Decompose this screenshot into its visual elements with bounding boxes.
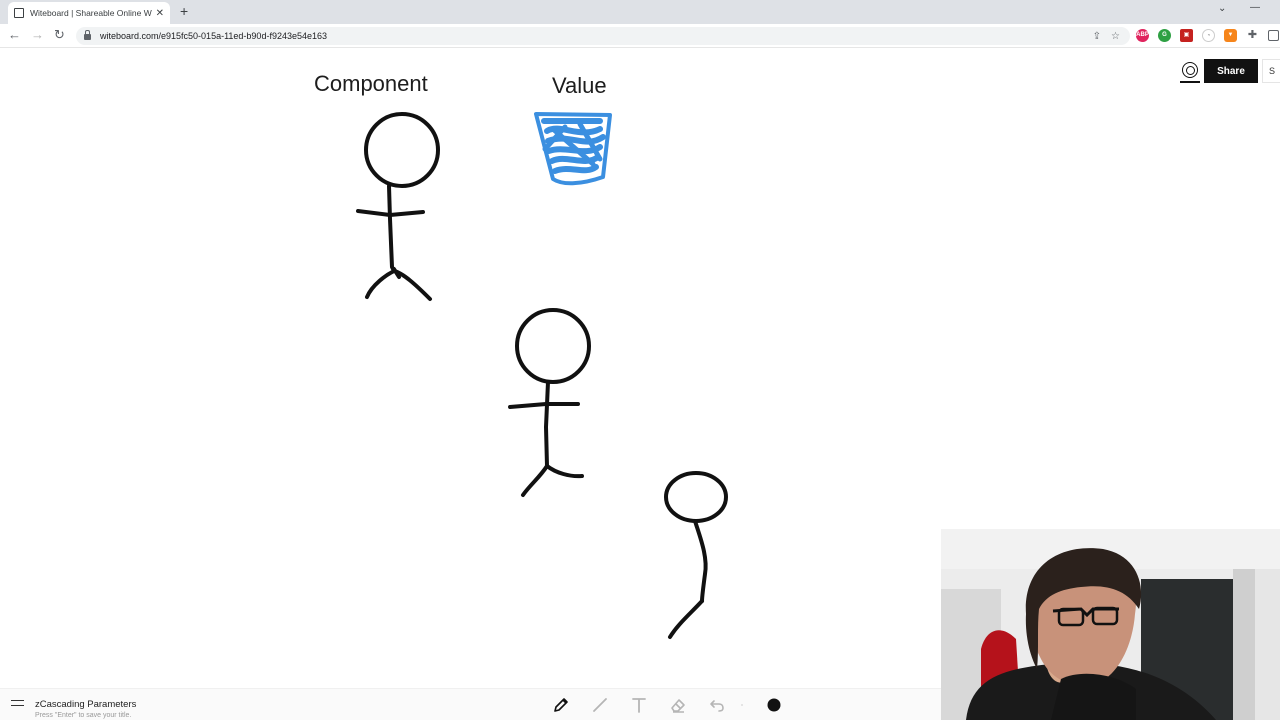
- new-tab-plus-icon[interactable]: +: [180, 4, 188, 18]
- stick-figure-3: [664, 471, 728, 639]
- stick-figure-2: [508, 308, 591, 497]
- extension-white-icon[interactable]: ◔: [1202, 29, 1215, 42]
- tab-close-icon[interactable]: ✕: [156, 8, 164, 19]
- partial-button[interactable]: S: [1262, 59, 1280, 83]
- color-picker-black-icon[interactable]: [764, 695, 784, 715]
- tab-search-chevron-icon[interactable]: ⌄: [1218, 3, 1226, 14]
- bookmark-star-icon[interactable]: ☆: [1111, 31, 1120, 42]
- pencil-tool-icon[interactable]: [551, 695, 571, 715]
- share-page-icon[interactable]: ⇪: [1093, 31, 1101, 42]
- extension-adblock-icon[interactable]: ABP: [1136, 29, 1149, 42]
- minimize-window-icon[interactable]: —: [1250, 2, 1260, 13]
- witeboard-favicon-icon: [14, 8, 24, 18]
- stick-figure-1: [356, 112, 440, 301]
- extensions-puzzle-icon[interactable]: ✚: [1246, 29, 1259, 42]
- browser-tab-strip: Witeboard | Shareable Online W ✕ + ⌄ —: [0, 0, 1280, 24]
- reload-icon[interactable]: ↻: [54, 28, 65, 42]
- board-top-controls: Share S: [1180, 59, 1280, 83]
- url-text[interactable]: witeboard.com/e915fc50-015a-11ed-b90d-f9…: [100, 31, 1093, 41]
- blue-cup-drawing: [534, 112, 612, 186]
- line-tool-icon[interactable]: [590, 695, 610, 715]
- undo-icon[interactable]: [707, 695, 727, 715]
- back-arrow-icon[interactable]: ←: [8, 28, 21, 42]
- extension-metamask-icon[interactable]: ▼: [1224, 29, 1237, 42]
- witeboard-logo-icon[interactable]: [1180, 59, 1200, 83]
- eraser-tool-icon[interactable]: [668, 695, 688, 715]
- share-button[interactable]: Share: [1204, 59, 1258, 83]
- tab-title: Witeboard | Shareable Online W: [30, 8, 152, 18]
- redo-icon[interactable]: [737, 695, 747, 715]
- presenter-video-image: [941, 529, 1280, 720]
- address-bar[interactable]: witeboard.com/e915fc50-015a-11ed-b90d-f9…: [76, 27, 1130, 45]
- board-title[interactable]: zCascading Parameters: [35, 699, 136, 710]
- extension-green-icon[interactable]: G: [1158, 29, 1171, 42]
- webcam-overlay: [941, 529, 1280, 720]
- menu-hamburger-icon[interactable]: [11, 700, 24, 706]
- browser-toolbar: ← → ↻ witeboard.com/e915fc50-015a-11ed-b…: [0, 24, 1280, 48]
- forward-arrow-icon[interactable]: →: [31, 28, 44, 42]
- lock-icon: [84, 30, 91, 40]
- extension-red-icon[interactable]: ▣: [1180, 29, 1193, 42]
- text-tool-icon[interactable]: [629, 695, 649, 715]
- browser-tab-active[interactable]: Witeboard | Shareable Online W ✕: [8, 2, 170, 24]
- side-panel-icon[interactable]: [1268, 30, 1279, 41]
- board-title-hint: Press "Enter" to save your title.: [35, 712, 132, 719]
